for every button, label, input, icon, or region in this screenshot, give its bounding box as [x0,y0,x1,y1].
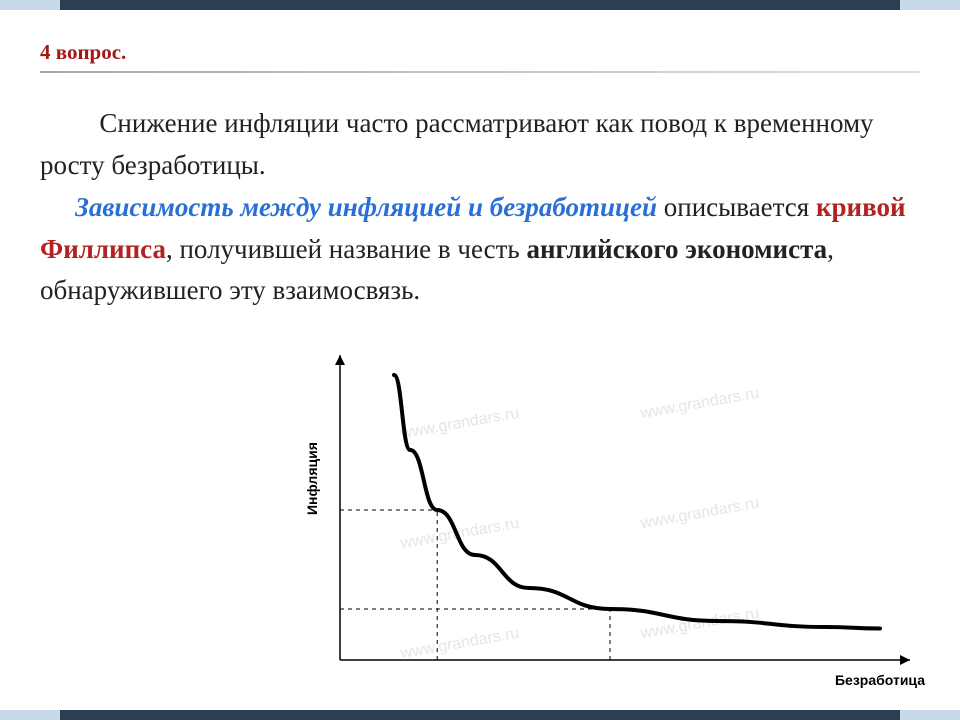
slide-heading: 4 вопрос. [40,40,920,65]
y-axis-label: Инфляция [304,442,320,515]
chart-svg [310,345,930,690]
corner-accent [900,0,960,10]
dependency-lead: Зависимость между инфляцией и безработиц… [75,192,657,222]
corner-accent [0,0,60,10]
desc-verb: описывается [657,192,816,222]
paragraph-1: Снижение инфляции часто рассматривают ка… [40,103,920,187]
desc-tail1: , получившей название в честь [166,234,527,264]
corner-accent [0,710,60,720]
paragraph-2: Зависимость между инфляцией и безработиц… [40,187,920,313]
x-axis-label: Безработица [835,672,925,688]
economist: английского экономиста [527,234,828,264]
slide-top-border [0,0,960,10]
heading-rule [40,71,920,73]
body-text: Снижение инфляции часто рассматривают ка… [40,103,920,312]
slide-bottom-border [0,710,960,720]
corner-accent [900,710,960,720]
phillips-curve-chart: www.grandars.ru www.grandars.ru www.gran… [310,345,930,690]
slide-content: 4 вопрос. Снижение инфляции часто рассма… [0,10,960,710]
